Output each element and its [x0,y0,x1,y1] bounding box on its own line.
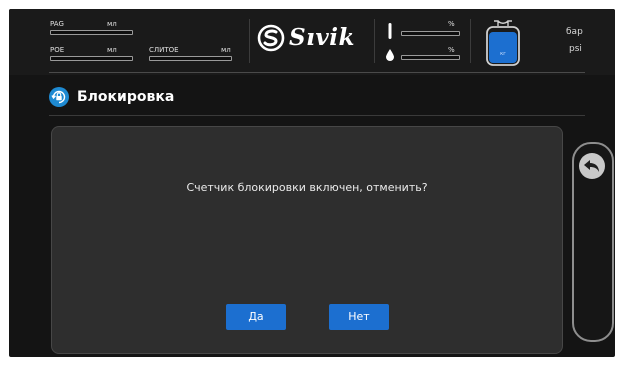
droplet-icon [386,49,394,61]
pag-level-bar [50,30,133,35]
poe-label: POE [50,46,65,54]
brand-name: Sıvik [289,24,355,51]
divider [374,19,375,63]
confirm-dialog: Счетчик блокировки включен, отменить? Да… [51,126,563,354]
back-arrow-icon [584,160,599,172]
back-button[interactable] [579,153,605,179]
pag-unit: мл [107,20,117,28]
divider [470,19,471,63]
drain-label: СЛИТОЕ [149,46,179,54]
no-button[interactable]: Нет [329,304,389,330]
poe-level-bar [50,56,133,61]
header-separator [49,72,585,73]
title-separator [49,115,585,116]
yes-button[interactable]: Да [226,304,286,330]
drain-unit: мл [221,46,231,54]
refrigerant-tank-icon: кг [485,19,521,67]
pressure-unit-psi: psi [569,44,582,54]
thermometer-icon [388,23,392,39]
dialog-message: Счетчик блокировки включен, отменить? [186,181,428,194]
temperature-bar [401,31,460,36]
pressure-unit-bar: бар [566,27,583,37]
humidity-bar [401,55,460,60]
divider [249,19,250,63]
pag-label: PAG [50,20,64,28]
status-header: PAG мл POE мл СЛИТОЕ мл Sıvik % % кг бар… [9,9,615,75]
poe-unit: мл [107,46,117,54]
percent-label: % [448,46,455,54]
device-screen: PAG мл POE мл СЛИТОЕ мл Sıvik % % кг бар… [9,9,615,357]
sivik-logo-icon [257,24,285,52]
percent-label: % [448,20,455,28]
side-panel [572,142,614,342]
brand-logo: Sıvik [257,23,365,53]
page-title: Блокировка [77,89,175,105]
lock-refresh-icon [49,87,69,107]
drain-level-bar [149,56,232,61]
tank-label: кг [500,51,506,57]
page-title-row: Блокировка [49,85,449,111]
